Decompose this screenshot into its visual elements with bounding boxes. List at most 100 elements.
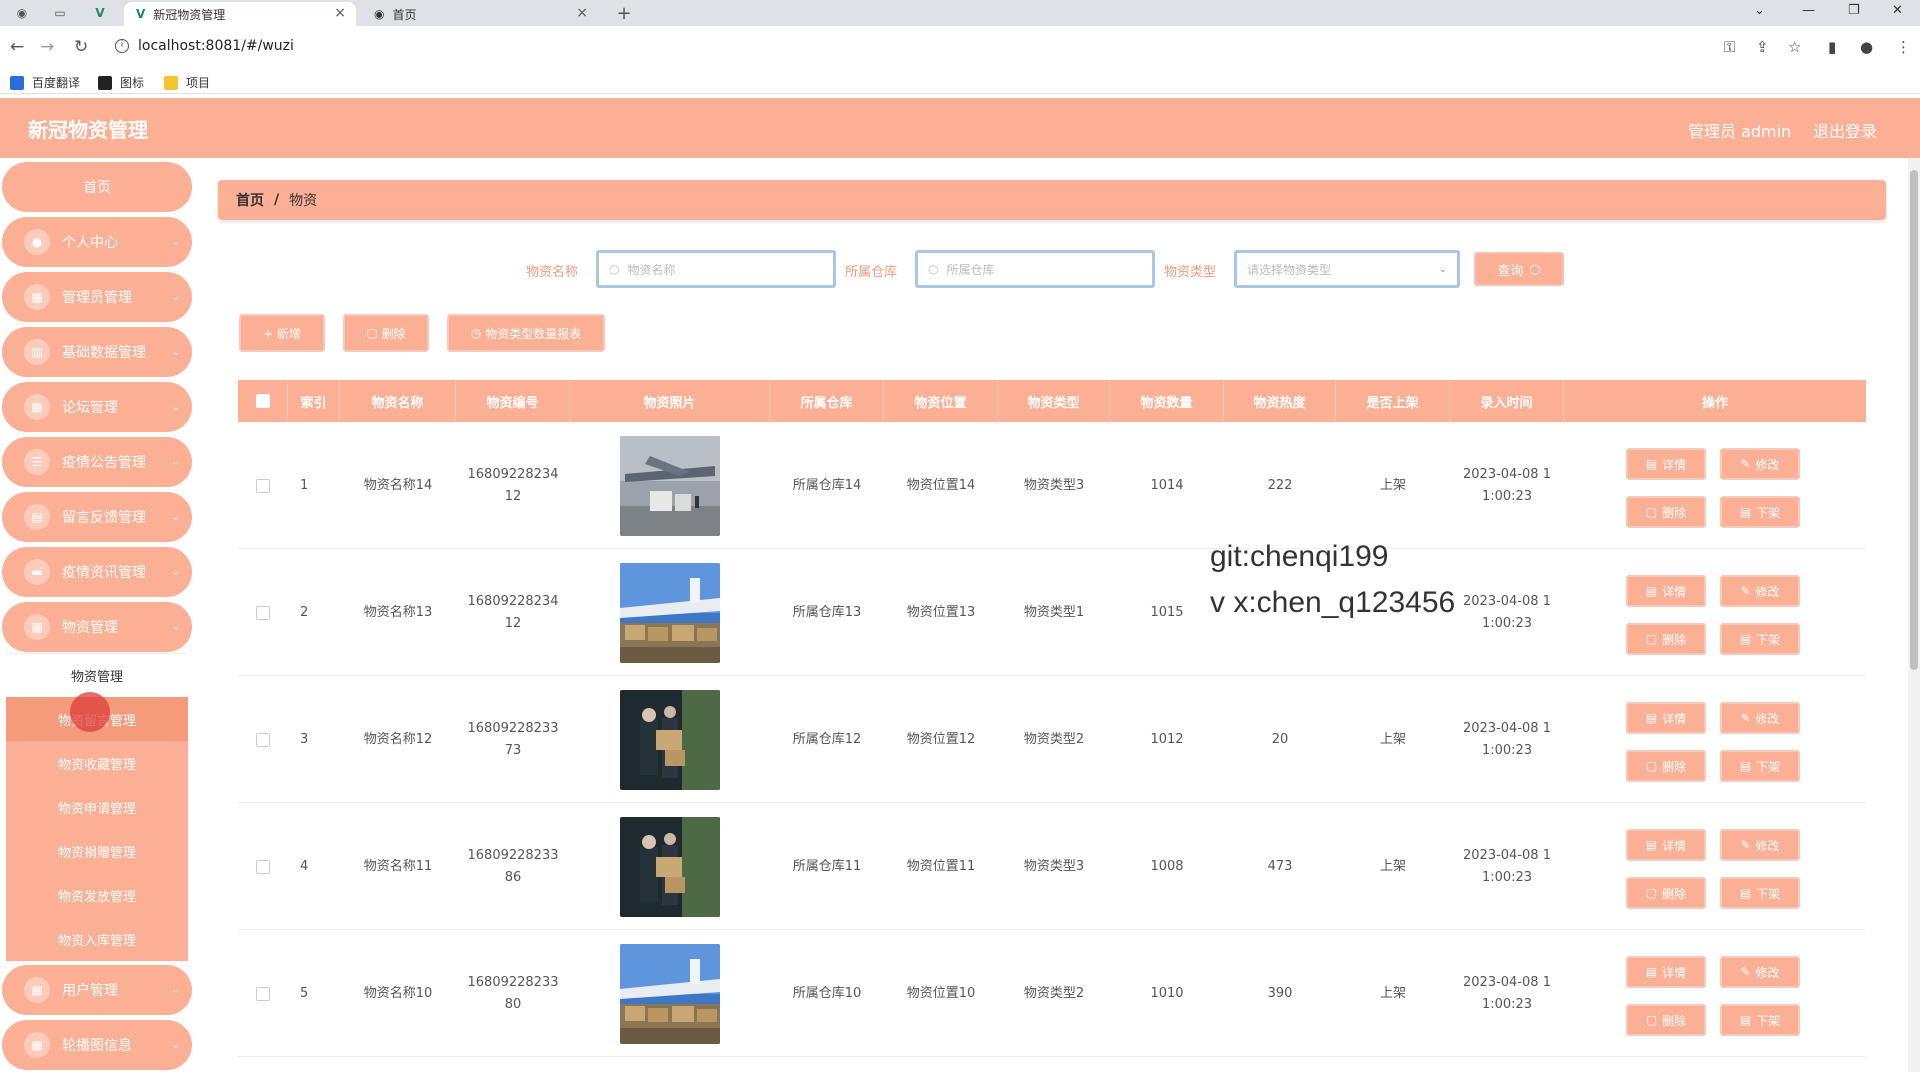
edit-button[interactable]: ✎ 修改 [1720, 575, 1800, 607]
sidebar-item-admin[interactable]: ▦ 管理员管理 ⌄ [2, 272, 192, 322]
edit-button[interactable]: ✎ 修改 [1720, 702, 1800, 734]
type-select[interactable]: 请选择物资类型 ⌄ [1234, 250, 1460, 288]
breadcrumb-home[interactable]: 首页 [236, 190, 264, 210]
cell-location: 物资位置13 [906, 604, 976, 620]
add-button[interactable]: + 新增 [239, 314, 325, 352]
row-checkbox[interactable] [256, 859, 270, 874]
material-photo[interactable] [620, 816, 720, 917]
window-icon[interactable]: ▭ [52, 5, 68, 21]
sidebar-item-feedback[interactable]: ▤ 留言反馈管理 ⌄ [2, 492, 192, 542]
detail-icon: ▤ [1645, 584, 1658, 598]
submenu-item-stockin[interactable]: 物资入库管理 [6, 917, 188, 961]
bookmark-item[interactable]: 图标 [98, 74, 144, 91]
row-delete-button[interactable]: ▢ 删除 [1626, 1004, 1706, 1036]
menu-icon[interactable]: ⋮ [1896, 38, 1911, 56]
search-warehouse-input[interactable]: ○ 所属仓库 [915, 250, 1155, 288]
globe-icon[interactable]: ◉ [14, 5, 30, 21]
cell-code: 16809228234 12 [467, 593, 559, 631]
select-all-checkbox[interactable] [255, 394, 270, 408]
detail-button[interactable]: ▤ 详情 [1626, 448, 1706, 480]
edit-button[interactable]: ✎ 修改 [1720, 829, 1800, 861]
sidebar-item-users[interactable]: ▦ 用户管理 ⌄ [2, 965, 192, 1015]
sidebar-item-basedata[interactable]: ▥ 基础数据管理 ⌄ [2, 327, 192, 377]
row-checkbox[interactable] [256, 478, 270, 493]
profile-icon[interactable]: ● [1860, 38, 1873, 56]
close-icon[interactable]: × [334, 5, 346, 21]
restore-icon[interactable]: ❐ [1848, 3, 1860, 18]
star-icon[interactable]: ☆ [1788, 38, 1801, 56]
bookmark-item[interactable]: 项目 [164, 74, 210, 91]
logout-link[interactable]: 退出登录 [1813, 118, 1877, 142]
row-delete-button[interactable]: ▢ 删除 [1626, 877, 1706, 909]
row-checkbox[interactable] [256, 732, 270, 747]
offshelf-button[interactable]: ▤ 下架 [1720, 1004, 1800, 1036]
submenu-item-apply[interactable]: 物资申请管理 [6, 785, 188, 829]
submenu-item-donate[interactable]: 物资捐赠管理 [6, 829, 188, 873]
reload-icon[interactable]: ↻ [74, 37, 88, 57]
cell-index: 5 [300, 985, 309, 1001]
offshelf-button[interactable]: ▤ 下架 [1720, 750, 1800, 782]
op-label: 详情 [1662, 584, 1687, 599]
submenu-item-distribute[interactable]: 物资发放管理 [6, 873, 188, 917]
detail-button[interactable]: ▤ 详情 [1626, 829, 1706, 861]
cell-heat: 473 [1267, 858, 1293, 874]
tab-home[interactable]: ◉ 首页 × [362, 2, 598, 26]
url-input[interactable]: localhost:8081/#/wuzi [138, 38, 294, 54]
key-icon[interactable]: ⚿ [1724, 38, 1735, 56]
sidebar-item-forum[interactable]: ▦ 论坛管理 ⌄ [2, 382, 192, 432]
row-delete-button[interactable]: ▢ 删除 [1626, 750, 1706, 782]
sidebar-item-material[interactable]: ▦ 物资管理 ⌄ [2, 602, 192, 652]
bookmark-item[interactable]: 百度翻译 [10, 74, 80, 91]
sidebar-item-news[interactable]: ▬ 疫情资讯管理 ⌄ [2, 547, 192, 597]
row-delete-button[interactable]: ▢ 删除 [1626, 623, 1706, 655]
cell-location: 物资位置11 [906, 858, 976, 874]
cell-heat: 222 [1267, 477, 1293, 493]
edit-button[interactable]: ✎ 修改 [1720, 448, 1800, 480]
material-photo[interactable] [620, 435, 720, 536]
query-button[interactable]: 查询 ○ [1474, 252, 1564, 286]
minimize-icon[interactable]: — [1802, 3, 1815, 18]
offshelf-button[interactable]: ▤ 下架 [1720, 623, 1800, 655]
close-icon[interactable]: × [576, 5, 588, 21]
row-select-cell [238, 422, 288, 549]
chevron-down-icon[interactable]: ⌄ [1754, 3, 1765, 18]
vue-icon[interactable]: V [92, 5, 108, 21]
material-photo[interactable] [620, 689, 720, 790]
op-label: 详情 [1662, 711, 1687, 726]
scroll-thumb[interactable] [1910, 170, 1918, 670]
sidebar-item-profile[interactable]: ● 个人中心 ⌄ [2, 217, 192, 267]
sidebar-item-home[interactable]: 首页 [2, 162, 192, 212]
page-scrollbar[interactable] [1908, 158, 1920, 1072]
material-photo[interactable] [620, 562, 720, 663]
forward-icon[interactable]: → [40, 37, 54, 57]
trash-icon: ▢ [366, 326, 378, 340]
sidepanel-icon[interactable]: ▮ [1828, 38, 1836, 56]
share-icon[interactable]: ⇪ [1756, 38, 1769, 56]
offshelf-button[interactable]: ▤ 下架 [1720, 877, 1800, 909]
row-checkbox[interactable] [256, 986, 270, 1001]
submenu-item-favorite[interactable]: 物资收藏管理 [6, 741, 188, 785]
submenu-item-material[interactable]: 物资管理 [6, 653, 188, 697]
cell-time: 2023-04-08 1 1:00:23 [1463, 466, 1551, 504]
offshelf-button[interactable]: ▤ 下架 [1720, 496, 1800, 528]
report-button[interactable]: ◷ 物资类型数量报表 [447, 314, 605, 352]
detail-button[interactable]: ▤ 详情 [1626, 575, 1706, 607]
row-delete-icon: ▢ [1645, 886, 1658, 900]
chevron-down-icon: ⌄ [171, 236, 180, 248]
close-window-icon[interactable]: ✕ [1892, 3, 1903, 18]
tab-active[interactable]: V 新冠物资管理 × [124, 2, 356, 26]
new-tab-icon[interactable]: + [616, 3, 632, 24]
back-icon[interactable]: ← [10, 37, 24, 57]
row-checkbox[interactable] [256, 605, 270, 620]
row-delete-button[interactable]: ▢ 删除 [1626, 496, 1706, 528]
search-name-input[interactable]: ○ 物资名称 [596, 250, 836, 288]
sidebar-item-carousel[interactable]: ▦ 轮播图信息 ⌄ [2, 1020, 192, 1070]
material-photo[interactable] [620, 943, 720, 1044]
detail-button[interactable]: ▤ 详情 [1626, 702, 1706, 734]
detail-button[interactable]: ▤ 详情 [1626, 956, 1706, 988]
info-icon[interactable]: i [115, 39, 129, 53]
sidebar-item-notice[interactable]: ☰ 疫情公告管理 ⌄ [2, 437, 192, 487]
cell-index: 1 [300, 477, 309, 493]
edit-button[interactable]: ✎ 修改 [1720, 956, 1800, 988]
delete-button[interactable]: ▢ 删除 [343, 314, 429, 352]
